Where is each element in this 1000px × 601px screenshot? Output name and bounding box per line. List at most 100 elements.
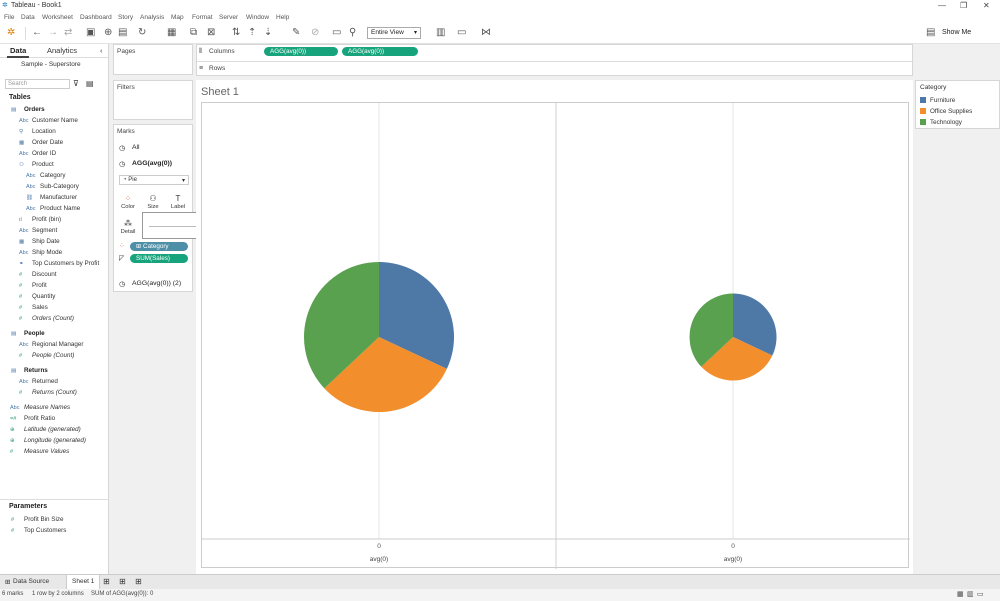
table-header[interactable]: Returns (24, 367, 48, 374)
x-axis-title[interactable]: avg(0) (370, 556, 388, 563)
filters-card[interactable]: Filters (113, 80, 193, 120)
save-icon[interactable]: ▣ (86, 28, 95, 38)
size-button[interactable]: ⚇ Size (142, 191, 164, 213)
color-button[interactable]: ⁘ Color (117, 191, 139, 213)
tab-view-icon[interactable]: ▭ (977, 590, 984, 598)
tableau-home-icon[interactable]: ✲ (7, 28, 15, 38)
field-item[interactable]: Order ID (32, 150, 56, 157)
duplicate-sheet-icon[interactable]: ⧉ (190, 28, 197, 38)
sheet-title[interactable]: Sheet 1 (201, 86, 239, 98)
sort-descending-icon[interactable]: ⇣ (264, 28, 272, 38)
field-item[interactable]: Profit (bin) (32, 216, 61, 223)
field-item[interactable]: Latitude (generated) (24, 426, 81, 433)
columns-pill-2[interactable]: AGG(avg(0)) (342, 47, 418, 56)
field-item[interactable]: Sales (32, 304, 48, 311)
sales-pill[interactable]: SUM(Sales) (130, 254, 188, 263)
menu-map[interactable]: Map (171, 14, 184, 21)
tab-analytics[interactable]: Analytics (47, 46, 77, 55)
pause-updates-icon[interactable]: ▤ (118, 28, 127, 38)
field-item[interactable]: Profit (32, 282, 47, 289)
new-sheet-icon[interactable]: ▦ (167, 28, 176, 38)
pages-card[interactable]: Pages (113, 44, 193, 75)
tab-data-source[interactable]: Data Source (13, 578, 49, 585)
field-item[interactable]: Measure Names (24, 404, 70, 411)
legend-item-office-supplies[interactable]: Office Supplies (920, 108, 972, 115)
parameter-top-customers[interactable]: Top Customers (24, 527, 66, 534)
legend-item-furniture[interactable]: Furniture (920, 97, 955, 104)
field-item[interactable]: Segment (32, 227, 57, 234)
mark-type-select[interactable]: ◔ Pie ▾ (119, 175, 189, 185)
share-icon[interactable]: ⋈ (481, 28, 491, 38)
film-view-icon[interactable]: ▥ (967, 590, 974, 598)
maximize-icon[interactable]: ❐ (960, 1, 967, 10)
table-header[interactable]: Orders (24, 106, 45, 113)
tab-data[interactable]: Data (6, 46, 30, 58)
field-item[interactable]: Returned (32, 378, 58, 385)
menu-file[interactable]: File (4, 14, 14, 21)
field-item[interactable]: People (Count) (32, 352, 74, 359)
menu-format[interactable]: Format (192, 14, 213, 21)
search-input[interactable]: Search (5, 79, 70, 89)
marks-all[interactable]: All (132, 144, 140, 151)
x-axis-title[interactable]: avg(0) (724, 556, 742, 563)
redo-icon[interactable]: → (48, 28, 58, 38)
field-item[interactable]: Sub-Category (40, 183, 79, 190)
field-item[interactable]: Longitude (generated) (24, 437, 86, 444)
new-story-icon[interactable]: ⊞ (135, 577, 142, 586)
field-item[interactable]: Order Date (32, 139, 63, 146)
grid-view-icon[interactable]: ▦ (957, 590, 964, 598)
fit-view-select[interactable]: Entire View ▾ (367, 27, 421, 39)
swap-icon[interactable]: ⇄ (64, 28, 72, 38)
menu-story[interactable]: Story (118, 14, 133, 21)
menu-server[interactable]: Server (219, 14, 238, 21)
field-item[interactable]: Location (32, 128, 56, 135)
group-icon[interactable]: ⊘ (311, 28, 319, 38)
label-button[interactable]: T Label (167, 191, 189, 213)
presentation-mode-icon[interactable]: ▭ (457, 28, 466, 38)
menu-window[interactable]: Window (246, 14, 269, 21)
menu-help[interactable]: Help (276, 14, 289, 21)
datasource-name[interactable]: Sample - Superstore (21, 61, 81, 68)
new-datasource-icon[interactable]: ⊕ (104, 28, 112, 38)
field-item[interactable]: Product (32, 161, 54, 168)
parameter-profit-bin-size[interactable]: Profit Bin Size (24, 516, 64, 523)
minimize-icon[interactable]: — (938, 1, 946, 10)
field-item[interactable]: Discount (32, 271, 57, 278)
new-worksheet-icon[interactable]: ⊞ (103, 577, 110, 586)
field-item[interactable]: Product Name (40, 205, 80, 212)
fix-axes-icon[interactable]: ⚲ (349, 28, 356, 38)
menu-dashboard[interactable]: Dashboard (80, 14, 112, 21)
new-dashboard-icon[interactable]: ⊞ (119, 577, 126, 586)
close-icon[interactable]: ✕ (983, 1, 990, 10)
category-pill[interactable]: ⊞ Category (130, 242, 188, 251)
marks-agg2[interactable]: AGG(avg(0)) (2) (132, 280, 181, 287)
tab-sheet-1[interactable]: Sheet 1 (66, 575, 101, 589)
columns-pill-1[interactable]: AGG(avg(0)) (264, 47, 338, 56)
field-item[interactable]: Ship Date (32, 238, 60, 245)
field-item[interactable]: Quantity (32, 293, 55, 300)
clear-sheet-icon[interactable]: ⊠ (207, 28, 215, 38)
field-item[interactable]: Profit Ratio (24, 415, 55, 422)
field-item[interactable]: Category (40, 172, 66, 179)
field-item[interactable]: Measure Values (24, 448, 69, 455)
show-cards-icon[interactable]: ▥ (436, 28, 445, 38)
field-item[interactable]: Top Customers by Profit (32, 260, 99, 267)
legend-item-technology[interactable]: Technology (920, 119, 962, 126)
field-item[interactable]: Manufacturer (40, 194, 77, 201)
field-item[interactable]: Orders (Count) (32, 315, 74, 322)
swap-rows-columns-icon[interactable]: ⇅ (232, 28, 240, 38)
sort-ascending-icon[interactable]: ⇡ (248, 28, 256, 38)
field-item[interactable]: Regional Manager (32, 341, 83, 348)
filter-icon[interactable]: ⊽ (73, 79, 79, 88)
refresh-icon[interactable]: ↻ (138, 28, 146, 38)
table-header[interactable]: People (24, 330, 45, 337)
menu-worksheet[interactable]: Worksheet (42, 14, 73, 21)
undo-icon[interactable]: ← (32, 28, 42, 38)
menu-data[interactable]: Data (21, 14, 35, 21)
collapse-pane-icon[interactable]: ‹ (100, 46, 103, 55)
field-item[interactable]: Customer Name (32, 117, 78, 124)
show-me-button[interactable]: Show Me (942, 29, 971, 36)
view-list-icon[interactable]: ▤ (86, 79, 94, 88)
marks-agg1[interactable]: AGG(avg(0)) (132, 160, 172, 167)
field-item[interactable]: Ship Mode (32, 249, 62, 256)
